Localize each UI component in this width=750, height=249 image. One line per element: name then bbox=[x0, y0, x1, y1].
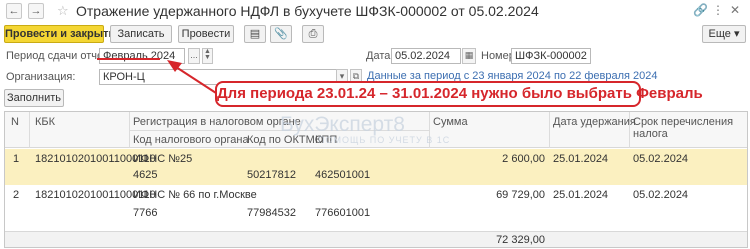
col-deadline-header[interactable]: Срок перечисления bbox=[633, 116, 733, 128]
oktmo-cell[interactable]: 50217812 bbox=[247, 169, 296, 181]
col-n-header[interactable]: N bbox=[11, 116, 19, 128]
calendar-icon[interactable]: ▦ bbox=[462, 48, 476, 64]
link-icon[interactable]: 🔗 bbox=[693, 3, 708, 17]
title-bar: ← → ☆ Отражение удержанного НДФЛ в бухуч… bbox=[0, 0, 750, 22]
save-button[interactable]: Записать bbox=[110, 25, 172, 43]
deadline-cell[interactable]: 05.02.2024 bbox=[633, 189, 688, 201]
date-field[interactable]: 05.02.2024 bbox=[391, 48, 461, 64]
tax-code-cell[interactable]: 4625 bbox=[133, 169, 157, 181]
forward-arrow-icon[interactable]: → bbox=[28, 3, 44, 19]
more-label: Еще bbox=[708, 28, 731, 40]
menu-dots-icon[interactable]: ⋮ bbox=[712, 3, 724, 17]
period-select-button[interactable]: ... bbox=[188, 48, 200, 64]
table-footer: 72 329,00 bbox=[5, 231, 747, 247]
header-divider bbox=[29, 112, 30, 148]
row-number: 2 bbox=[13, 189, 20, 201]
watermark-logo: БухЭксперт8 bbox=[280, 113, 405, 136]
post-button[interactable]: Провести bbox=[178, 25, 234, 43]
col-withhold-date-header[interactable]: Дата удержания bbox=[553, 116, 636, 128]
col-kbk-header[interactable]: КБК bbox=[35, 116, 55, 128]
tax-code-cell[interactable]: 7766 bbox=[133, 207, 157, 219]
more-button[interactable]: Еще ▾ bbox=[702, 25, 746, 43]
post-and-close-button[interactable]: Провести и закрыть bbox=[4, 25, 115, 43]
kpp-cell[interactable]: 776601001 bbox=[315, 207, 370, 219]
organization-label: Организация: bbox=[6, 71, 76, 83]
oktmo-cell[interactable]: 77984532 bbox=[247, 207, 296, 219]
col-tax-code-header[interactable]: Код налогового органа bbox=[133, 134, 249, 146]
header-divider bbox=[549, 112, 550, 148]
favorite-star-icon[interactable]: ☆ bbox=[57, 3, 69, 19]
col-deadline-header-line2: налога bbox=[633, 128, 668, 140]
date-label: Дата: bbox=[366, 50, 394, 62]
period-field[interactable]: Февраль 2024 bbox=[99, 48, 185, 64]
amount-cell[interactable]: 2 600,00 bbox=[433, 153, 545, 165]
attachment-icon[interactable]: 📎 bbox=[270, 25, 292, 43]
col-amount-header[interactable]: Сумма bbox=[433, 116, 468, 128]
withhold-date-cell[interactable]: 25.01.2024 bbox=[553, 153, 608, 165]
col-registration-header[interactable]: Регистрация в налоговом органе bbox=[133, 116, 301, 128]
window-title: Отражение удержанного НДФЛ в бухучете ШФ… bbox=[76, 3, 539, 19]
amount-cell[interactable]: 69 729,00 bbox=[433, 189, 545, 201]
document-journal-icon[interactable]: ▤ bbox=[244, 25, 266, 43]
back-arrow-icon[interactable]: ← bbox=[6, 3, 22, 19]
deadline-cell[interactable]: 05.02.2024 bbox=[633, 153, 688, 165]
close-icon[interactable]: ✕ bbox=[730, 3, 740, 17]
period-spinner-icon[interactable]: ▲ ▼ bbox=[202, 48, 213, 64]
registration-cell[interactable]: ИФНС № 66 по г.Москве bbox=[133, 189, 257, 201]
watermark-subtitle: ПОМОЩЬ ПО УЧЕТУ В 1С bbox=[318, 135, 451, 145]
print-icon[interactable]: ⎙ bbox=[302, 25, 324, 43]
registration-cell[interactable]: ИФНС №25 bbox=[133, 153, 192, 165]
fill-button[interactable]: Заполнить bbox=[4, 89, 64, 107]
annotation-callout: Для периода 23.01.24 – 31.01.2024 нужно … bbox=[215, 81, 703, 107]
total-amount: 72 329,00 bbox=[496, 234, 545, 246]
toolbar: Провести и закрыть Записать Провести ▤ 📎… bbox=[0, 25, 750, 45]
kpp-cell[interactable]: 462501001 bbox=[315, 169, 370, 181]
row-number: 1 bbox=[13, 153, 20, 165]
withhold-date-cell[interactable]: 25.01.2024 bbox=[553, 189, 608, 201]
number-field[interactable]: ШФЗК-000002 bbox=[511, 48, 591, 64]
